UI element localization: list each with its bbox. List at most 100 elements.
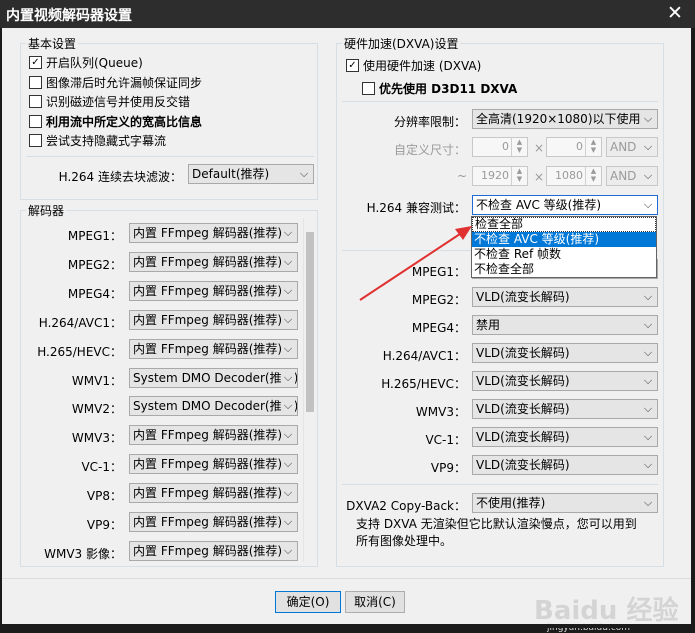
chevron-down-icon: ⌵ <box>641 138 655 156</box>
decoder-select[interactable]: 内置 FFmpeg 解码器(推荐) ⌵ <box>129 251 298 272</box>
title-bar: 内置视频解码器设置 ✕ <box>0 0 695 28</box>
dxva-mode-select[interactable]: VLD(流变长解码) ⌵ <box>472 427 658 447</box>
basic-option-label: 图像滞后时允许漏帧保证同步 <box>46 75 203 90</box>
dxva-mode-select[interactable]: 禁用 ⌵ <box>472 315 658 335</box>
dxva-row-label: VP9： <box>430 461 466 475</box>
decoder-select[interactable]: System DMO Decoder(推荐) ⌵ <box>129 396 298 417</box>
button-divider <box>2 578 691 579</box>
min-width-spinner: 0 ▲ ▼ <box>472 137 528 157</box>
h264-compat-value: 不检查 AVC 等级(推荐) <box>476 198 602 212</box>
copyback-select-value: 不使用(推荐) <box>476 496 546 510</box>
chevron-down-icon: ⌵ <box>641 494 655 512</box>
baidu-watermark-logo: Baidu 经验 <box>534 596 679 626</box>
decoder-select[interactable]: 内置 FFmpeg 解码器(推荐) ⌵ <box>129 540 298 561</box>
chevron-down-icon: ⌵ <box>641 288 655 306</box>
use-dxva-checkbox[interactable]: ✓ 使用硬件加速 (DXVA) <box>346 57 481 74</box>
decoder-row-label: H.265/HEVC： <box>37 344 122 359</box>
prefer-d3d11-check-box[interactable] <box>362 82 375 95</box>
dxva-description-line: 所有图像处理中。 <box>356 534 453 548</box>
use-dxva-check-box[interactable]: ✓ <box>346 59 359 72</box>
basic-option-checkbox[interactable]: ✓ 开启队列(Queue) <box>29 54 143 71</box>
decoder-select-value: 内置 FFmpeg 解码器(推荐) <box>133 515 283 529</box>
deblock-label: H.264 连续去块滤波： <box>58 170 182 184</box>
chevron-down-icon: ⌵ <box>641 316 655 334</box>
decoder-row-label: MPEG1： <box>67 229 122 243</box>
close-icon[interactable]: ✕ <box>663 2 687 24</box>
decoder-select-value: 内置 FFmpeg 解码器(推荐) <box>133 341 283 356</box>
decoder-select[interactable]: System DMO Decoder(推荐) ⌵ <box>129 367 298 388</box>
chevron-down-icon: ⌵ <box>641 196 655 214</box>
decoder-row-label: MPEG4： <box>67 286 122 301</box>
decoder-select[interactable]: 内置 FFmpeg 解码器(推荐) ⌵ <box>129 309 298 330</box>
deblock-select[interactable]: Default(推荐) ⌵ <box>188 164 314 184</box>
dxva-description-line: 支持 DXVA 无渲染但它比默认渲染慢点，您可以用到 <box>356 517 637 531</box>
decoder-select-value: 内置 FFmpeg 解码器(推荐) <box>133 486 283 501</box>
chevron-down-icon: ⌵ <box>281 397 295 416</box>
checkbox-box[interactable] <box>29 134 42 147</box>
h264-compat-option[interactable]: 不检查 AVC 等级(推荐) <box>472 232 656 247</box>
chevron-down-icon: ⌵ <box>281 455 295 474</box>
resolution-select[interactable]: 全高清(1920×1080)以下使用 ⌵ <box>472 109 658 129</box>
dxva-mode-select[interactable]: VLD(流变长解码) ⌵ <box>472 343 658 363</box>
decoder-select-value: 内置 FFmpeg 解码器(推荐) <box>133 254 283 269</box>
dxva-mode-select[interactable]: VLD(流变长解码) ⌵ <box>472 455 658 475</box>
h264-compat-dropdown-list[interactable]: 检查全部 不检查 AVC 等级(推荐) 不检查 Ref 帧数 不检查全部 <box>471 216 657 278</box>
basic-option-checkbox[interactable]: 识别磁迹信号并使用反交错 <box>29 93 190 110</box>
range-tilde: ~ <box>457 169 468 183</box>
h264-compat-option[interactable]: 不检查 Ref 帧数 <box>472 247 656 262</box>
dxva-mode-value: VLD(流变长解码) <box>476 430 570 444</box>
h264-compat-select[interactable]: 不检查 AVC 等级(推荐) ⌵ <box>472 195 658 215</box>
dxva-mode-select[interactable]: VLD(流变长解码) ⌵ <box>472 399 658 419</box>
min-width-value: 0 <box>502 140 509 153</box>
max-height-value: 1080 <box>555 169 583 182</box>
dxva-mode-value: VLD(流变长解码) <box>476 458 570 472</box>
chevron-down-icon: ⌵ <box>641 110 655 128</box>
prefer-d3d11-checkbox[interactable]: 优先使用 D3D11 DXVA <box>362 80 517 97</box>
chevron-down-icon: ⌵ <box>281 541 295 560</box>
chevron-down-icon: ⌵ <box>641 372 655 390</box>
decoder-select[interactable]: 内置 FFmpeg 解码器(推荐) ⌵ <box>129 454 298 475</box>
dialog-client-area: 基本设置 ✓ 开启队列(Queue) 图像滞后时允许漏帧保证同步 识别磁迹信号并使用反… <box>2 28 691 633</box>
min-height-value: 0 <box>576 140 583 153</box>
chevron-down-icon: ⌵ <box>281 368 295 387</box>
decoder-select[interactable]: 内置 FFmpeg 解码器(推荐) ⌵ <box>129 338 298 359</box>
basic-option-checkbox[interactable]: 图像滞后时允许漏帧保证同步 <box>29 74 202 91</box>
decoder-row-label: WMV3： <box>71 431 122 446</box>
checkbox-box[interactable] <box>29 114 42 128</box>
checkbox-box[interactable]: ✓ <box>29 56 42 69</box>
decoder-select[interactable]: 内置 FFmpeg 解码器(推荐) ⌵ <box>129 280 298 301</box>
checkbox-box[interactable] <box>29 95 42 108</box>
dxva-mode-select[interactable]: VLD(流变长解码) ⌵ <box>472 371 658 391</box>
decoder-row-label: H.264/AVC1： <box>38 315 122 330</box>
basic-option-checkbox[interactable]: 尝试支持隐藏式字幕流 <box>29 132 166 149</box>
max-operator-select: AND ⌵ <box>606 166 658 186</box>
decoders-scroll-thumb[interactable] <box>306 232 314 412</box>
checkbox-box[interactable] <box>29 75 42 89</box>
ok-button[interactable]: 确定(O) <box>275 591 341 613</box>
basic-option-label: 开启队列(Queue) <box>46 56 143 70</box>
dxva-row-label: MPEG4： <box>411 321 466 335</box>
dxva-row-label: H.265/HEVC： <box>381 377 466 391</box>
cancel-button[interactable]: 取消(C) <box>345 591 405 613</box>
copyback-select[interactable]: 不使用(推荐) ⌵ <box>472 493 658 513</box>
resolution-select-value: 全高清(1920×1080)以下使用 <box>476 112 641 126</box>
h264-compat-option[interactable]: 检查全部 <box>472 217 656 232</box>
prefer-d3d11-label: 优先使用 D3D11 DXVA <box>379 82 518 96</box>
decoder-select[interactable]: 内置 FFmpeg 解码器(推荐) ⌵ <box>129 425 298 446</box>
decoders-title: 解码器 <box>26 202 67 219</box>
decoder-select[interactable]: 内置 FFmpeg 解码器(推荐) ⌵ <box>129 223 298 243</box>
basic-option-checkbox[interactable]: 利用流中所定义的宽高比信息 <box>29 113 202 130</box>
dxva-row-label: MPEG2： <box>411 293 466 307</box>
decoder-select[interactable]: 内置 FFmpeg 解码器(推荐) ⌵ <box>129 512 298 532</box>
times-sign: × <box>534 141 545 155</box>
chevron-down-icon: ⌵ <box>641 428 655 446</box>
decoder-select-value: System DMO Decoder(推荐) <box>133 399 298 414</box>
h264-compat-option[interactable]: 不检查全部 <box>472 262 656 277</box>
chevron-down-icon: ⌵ <box>281 252 295 271</box>
dxva-mode-select[interactable]: VLD(流变长解码) ⌵ <box>472 287 658 307</box>
dxva-divider-bottom <box>342 484 658 485</box>
decoder-select[interactable]: 内置 FFmpeg 解码器(推荐) ⌵ <box>129 483 298 504</box>
dxva-row-label: VC-1： <box>425 433 466 447</box>
basic-option-label: 识别磁迹信号并使用反交错 <box>46 95 191 109</box>
decoders-scrollbar[interactable] <box>303 218 316 562</box>
